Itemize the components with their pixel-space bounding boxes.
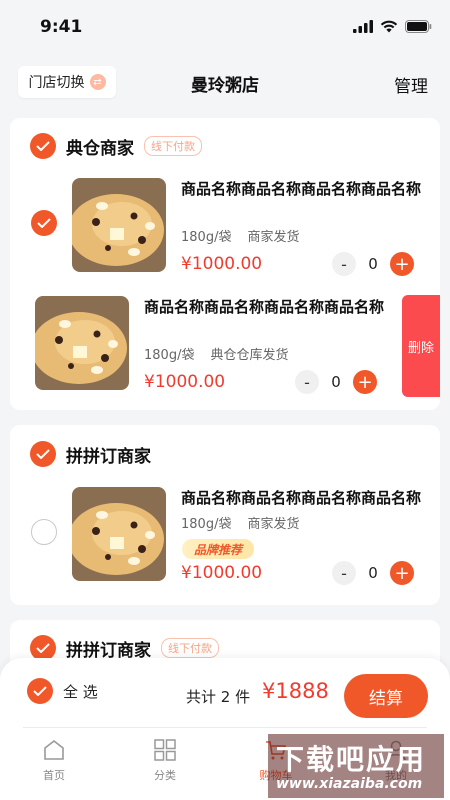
quantity-value[interactable]: 0 [356,564,390,582]
select-all-control[interactable]: 全 选 [27,678,98,704]
decrease-button[interactable]: - [332,252,356,276]
nav-bar: 门店切换 ⇄ 曼玲粥店 管理 [0,58,450,106]
quantity-stepper: - 0 + [295,370,377,394]
product-weight: 180g/袋 [144,348,195,363]
tab-category-label: 分类 [154,769,176,782]
quantity-value[interactable]: 0 [319,373,353,391]
check-icon [36,449,50,459]
page-title: 曼玲粥店 [191,76,259,96]
divider [23,727,427,728]
delete-button[interactable]: 删除 [402,295,440,397]
product-price: ¥1000.00 [181,563,263,583]
increase-button[interactable]: + [390,252,414,276]
product-name: 商品名称商品名称商品名称商品名称 [144,298,385,316]
tab-home[interactable]: 首页 [24,738,84,783]
product-image[interactable] [35,296,129,390]
category-icon [154,739,176,761]
shop-name: 拼拼订商家 [66,640,151,661]
status-bar: 9:41 [0,0,450,56]
offline-payment-tag: 线下付款 [161,638,219,658]
product-price: ¥1000.00 [181,254,263,274]
shop-checkbox[interactable] [30,441,56,467]
select-all-checkbox[interactable] [27,678,53,704]
item-checkbox[interactable] [31,519,57,545]
check-icon [36,141,50,151]
home-icon [44,739,64,760]
product-image[interactable] [72,487,166,581]
product-image[interactable] [72,178,166,272]
shipping-method: 商家发货 [247,517,300,532]
site-watermark: 下载吧应用 www.xiazaiba.com [268,734,444,798]
decrease-button[interactable]: - [295,370,319,394]
quantity-stepper: - 0 + [332,561,414,585]
total-count: 共计 2 件 [186,688,251,706]
offline-payment-tag: 线下付款 [144,136,202,156]
shop-card: 拼拼订商家 商品名称商品名称商品名称商品名称 180g/袋 商家发货 ¥1000.… [10,425,440,605]
item-checkbox[interactable] [31,210,57,236]
quantity-value[interactable]: 0 [356,255,390,273]
product-weight: 180g/袋 [181,230,232,245]
product-price: ¥1000.00 [144,372,226,392]
check-icon [36,643,50,653]
increase-button[interactable]: + [390,561,414,585]
manage-button[interactable]: 管理 [394,72,428,97]
product-spec: 180g/袋 商家发货 [181,226,299,245]
check-icon [37,218,51,228]
decrease-button[interactable]: - [332,561,356,585]
cart-item[interactable]: 商品名称商品名称商品名称商品名称 180g/袋 商家发货 ¥1000.00 - 0… [10,176,440,286]
tab-home-label: 首页 [43,769,65,782]
shop-header: 拼拼订商家 [30,441,151,467]
total-amount: ¥1888 [262,679,329,703]
increase-button[interactable]: + [353,370,377,394]
product-name: 商品名称商品名称商品名称商品名称 [181,180,422,198]
brand-recommend-badge: 品牌推荐 [182,539,255,559]
select-all-label: 全 选 [63,682,98,701]
product-name: 商品名称商品名称商品名称商品名称 [181,489,422,507]
shop-header: 典仓商家 线下付款 [30,133,202,159]
shop-checkbox[interactable] [30,133,56,159]
shop-name: 拼拼订商家 [66,446,151,467]
system-icons [353,20,432,33]
signal-icon [353,20,373,33]
tab-category[interactable]: 分类 [135,738,195,783]
shipping-method: 商家发货 [247,230,300,245]
quantity-stepper: - 0 + [332,252,414,276]
checkout-button[interactable]: 结算 [344,674,428,718]
watermark-url: www.xiazaiba.com [276,776,423,792]
status-time: 9:41 [40,17,83,37]
product-spec: 180g/袋 典仓仓库发货 [144,344,288,363]
product-spec: 180g/袋 商家发货 [181,513,299,532]
product-weight: 180g/袋 [181,517,232,532]
check-icon [33,686,47,696]
watermark-title: 下载吧应用 [276,743,427,776]
shop-card: 典仓商家 线下付款 商品名称商品名称商品名称商品名称 180g/袋 商家发货 ¥1… [10,118,440,410]
shop-name: 典仓商家 [66,138,134,159]
wifi-icon [380,20,398,33]
cart-item-swiped[interactable]: 商品名称商品名称商品名称商品名称 180g/袋 典仓仓库发货 ¥1000.00 -… [10,294,440,404]
battery-icon [405,20,432,33]
shipping-method: 典仓仓库发货 [210,348,289,363]
